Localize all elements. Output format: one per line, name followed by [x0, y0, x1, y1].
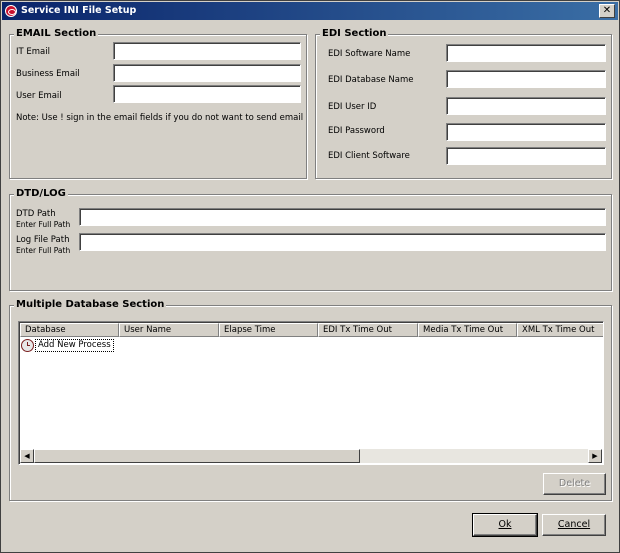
email-section-legend: EMAIL Section — [14, 27, 99, 41]
column-header-user-name[interactable]: User Name — [119, 323, 219, 337]
horizontal-scrollbar[interactable]: ◀ ▶ — [20, 449, 602, 463]
edi-password-field[interactable] — [446, 123, 606, 141]
log-file-path-label: Log File Path — [16, 235, 70, 245]
edi-software-name-label: EDI Software Name — [328, 49, 411, 59]
add-new-process-row[interactable]: Add New Process — [21, 338, 114, 352]
edi-user-id-label: EDI User ID — [328, 102, 377, 112]
it-email-field[interactable] — [113, 42, 301, 60]
business-email-field[interactable] — [113, 64, 301, 82]
edi-software-name-field[interactable] — [446, 44, 606, 62]
column-header-xml-tx-time-out[interactable]: XML Tx Time Out — [517, 323, 603, 337]
business-email-label: Business Email — [16, 69, 80, 79]
edi-database-name-field[interactable] — [446, 70, 606, 88]
dtd-path-label: DTD Path — [16, 209, 56, 219]
log-file-path-hint: Enter Full Path — [16, 246, 71, 255]
column-header-media-tx-time-out[interactable]: Media Tx Time Out — [418, 323, 517, 337]
oracle-app-icon — [5, 5, 17, 17]
column-header-elapse-time[interactable]: Elapse Time — [219, 323, 318, 337]
cancel-button-label: Cancel — [557, 519, 591, 530]
column-header-edi-tx-time-out[interactable]: EDI Tx Time Out — [318, 323, 418, 337]
close-button[interactable]: ✕ — [599, 4, 615, 18]
column-header-database[interactable]: Database — [20, 323, 119, 337]
dtd-path-hint: Enter Full Path — [16, 220, 71, 229]
edi-user-id-field[interactable] — [446, 97, 606, 115]
grid-header: Database User Name Elapse Time EDI Tx Ti… — [20, 323, 603, 337]
window-title: Service INI File Setup — [21, 5, 137, 16]
clock-icon — [21, 338, 34, 352]
arrow-right-icon[interactable]: ▶ — [588, 449, 602, 463]
edi-password-label: EDI Password — [328, 126, 385, 136]
log-file-path-field[interactable] — [79, 233, 606, 251]
dtd-path-field[interactable] — [79, 208, 606, 226]
scrollbar-thumb[interactable] — [34, 449, 360, 463]
ok-button-label: Ok — [498, 519, 512, 530]
dtd-log-section-legend: DTD/LOG — [14, 187, 68, 201]
edi-client-software-label: EDI Client Software — [328, 151, 410, 161]
cancel-button[interactable]: Cancel — [542, 514, 606, 536]
user-email-field[interactable] — [113, 85, 301, 103]
ok-button[interactable]: Ok — [472, 513, 538, 537]
process-grid[interactable]: Database User Name Elapse Time EDI Tx Ti… — [18, 321, 604, 465]
edi-section-legend: EDI Section — [320, 27, 389, 41]
it-email-label: IT Email — [16, 47, 50, 57]
add-new-process-label: Add New Process — [35, 338, 114, 352]
dialog-window: Service INI File Setup ✕ EMAIL Section I… — [0, 0, 620, 553]
email-note: Note: Use ! sign in the email fields if … — [16, 113, 304, 123]
delete-button[interactable]: Delete — [543, 473, 606, 495]
edi-client-software-field[interactable] — [446, 147, 606, 165]
edi-database-name-label: EDI Database Name — [328, 75, 414, 85]
title-bar[interactable]: Service INI File Setup ✕ — [2, 2, 618, 20]
arrow-left-icon[interactable]: ◀ — [20, 449, 34, 463]
multiple-database-section-legend: Multiple Database Section — [14, 298, 167, 312]
user-email-label: User Email — [16, 91, 62, 101]
